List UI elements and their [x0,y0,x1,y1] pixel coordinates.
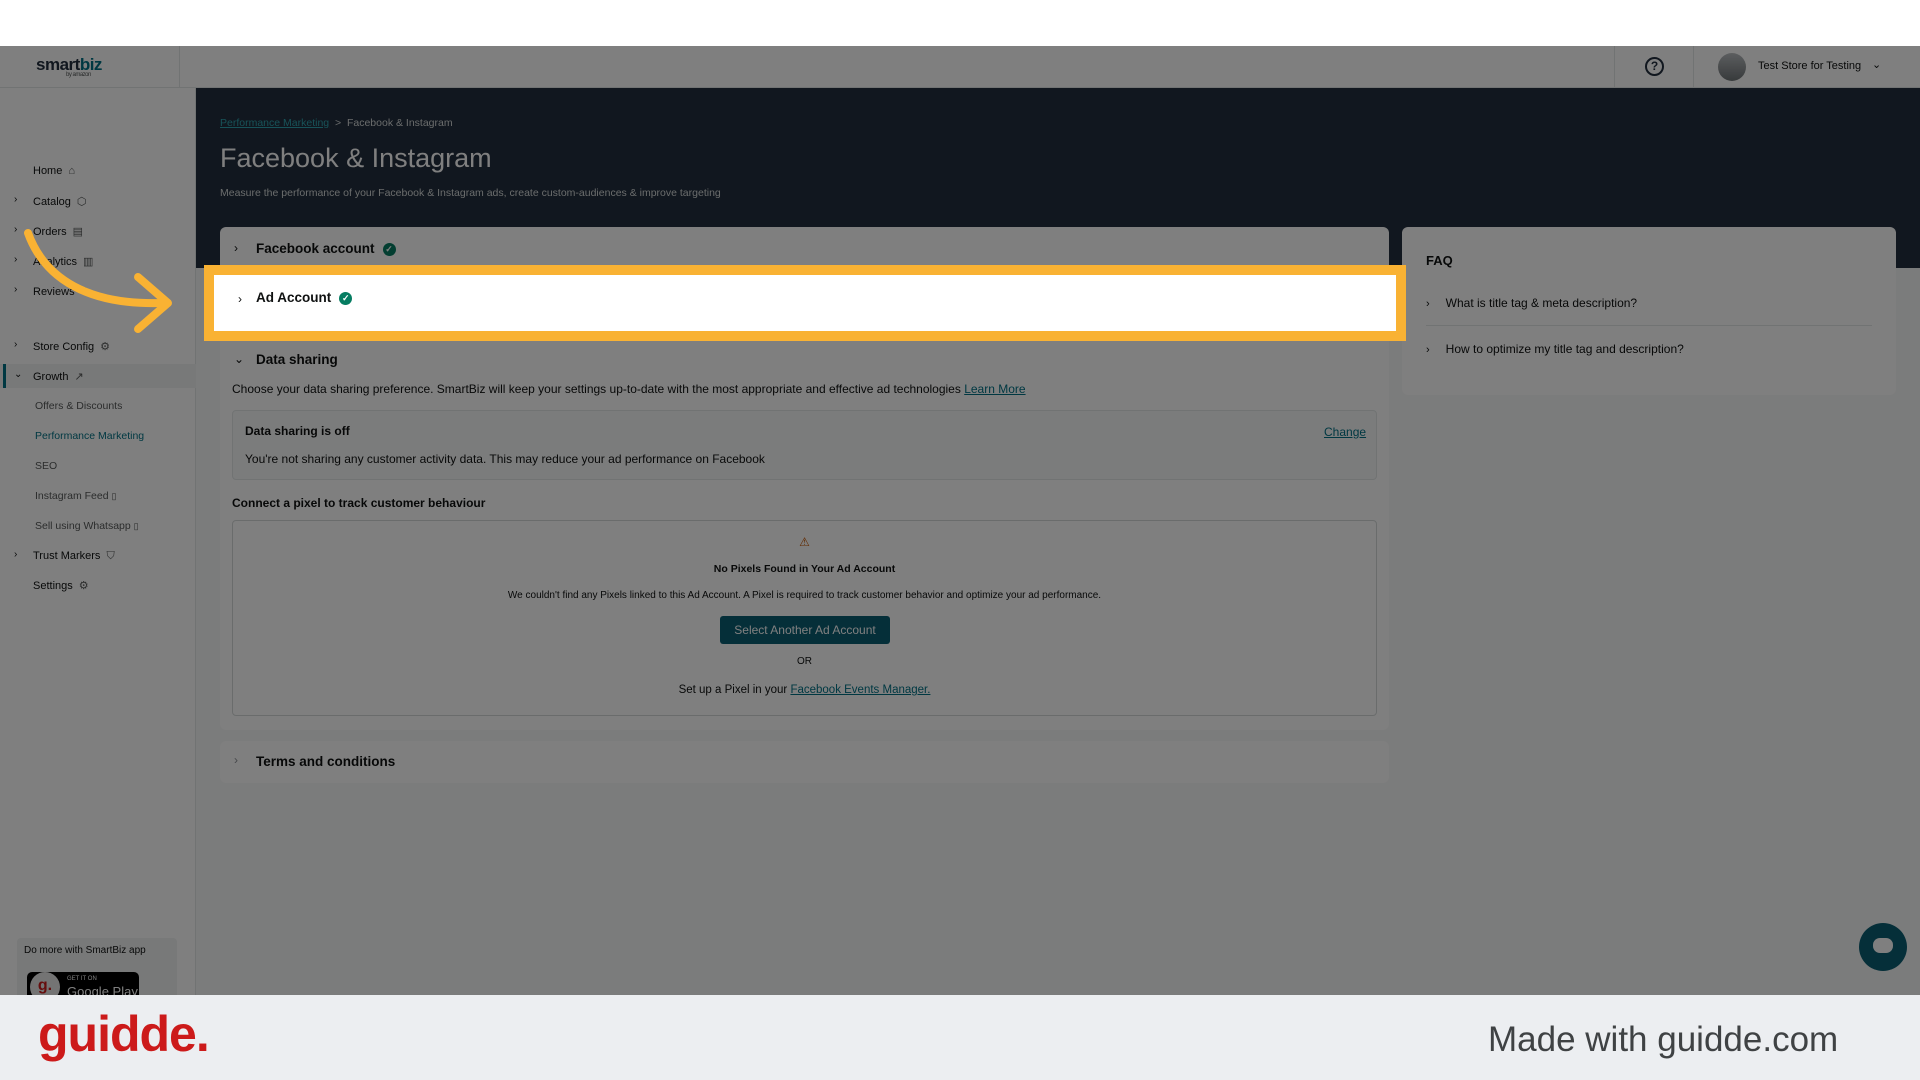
chevron-right-icon: › [238,292,242,306]
guidde-footer: guidde. Made with guidde.com [0,995,1920,1080]
guidde-logo: guidde. [38,1006,210,1062]
made-with-text: Made with guidde.com [1488,1020,1839,1059]
check-circle-icon: ✓ [339,292,353,305]
dim-overlay [0,46,1920,995]
ad-account-label: Ad Account [256,290,332,305]
pointer-arrow-icon [24,229,172,333]
highlight-frame[interactable]: › Ad Account ✓ [204,265,1406,341]
top-band [0,0,1920,46]
ad-account-row[interactable]: Ad Account ✓ [256,290,353,305]
